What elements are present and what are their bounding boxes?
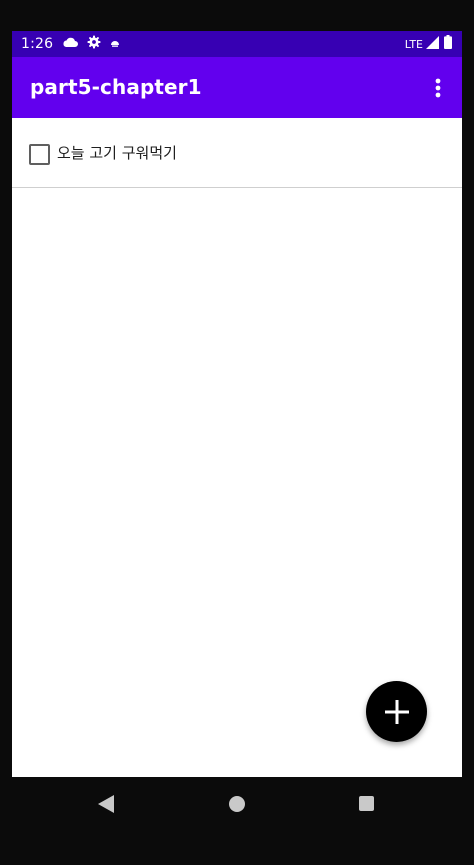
status-bar: 1:26 LTE <box>12 31 462 57</box>
overflow-menu-button[interactable] <box>428 75 448 101</box>
app-bar: part5-chapter1 <box>12 57 462 118</box>
back-icon <box>98 795 114 813</box>
home-button[interactable] <box>229 796 245 812</box>
network-type: LTE <box>404 37 423 51</box>
signal-icon <box>426 35 439 53</box>
phone-frame: 1:26 LTE part5-chapter1 오늘 고기 구워먹기 <box>0 0 474 865</box>
sync-icon <box>110 36 120 52</box>
app-screen: 1:26 LTE part5-chapter1 오늘 고기 구워먹기 <box>12 31 462 777</box>
recents-button[interactable] <box>359 796 374 811</box>
add-icon <box>384 699 409 724</box>
more-vert-icon <box>435 78 441 98</box>
status-right: LTE <box>404 35 452 53</box>
notification-icons <box>62 35 129 53</box>
cloud-icon <box>62 36 78 52</box>
todo-list: 오늘 고기 구워먹기 <box>12 118 462 188</box>
back-button[interactable] <box>98 795 114 817</box>
navigation-bar <box>0 777 474 835</box>
todo-item[interactable]: 오늘 고기 구워먹기 <box>12 118 462 188</box>
app-title: part5-chapter1 <box>30 75 202 99</box>
todo-checkbox[interactable] <box>29 144 50 165</box>
status-time: 1:26 <box>21 36 54 52</box>
battery-icon <box>444 35 452 53</box>
add-todo-button[interactable] <box>366 681 427 742</box>
todo-label: 오늘 고기 구워먹기 <box>57 144 177 162</box>
gear-icon <box>87 35 101 53</box>
